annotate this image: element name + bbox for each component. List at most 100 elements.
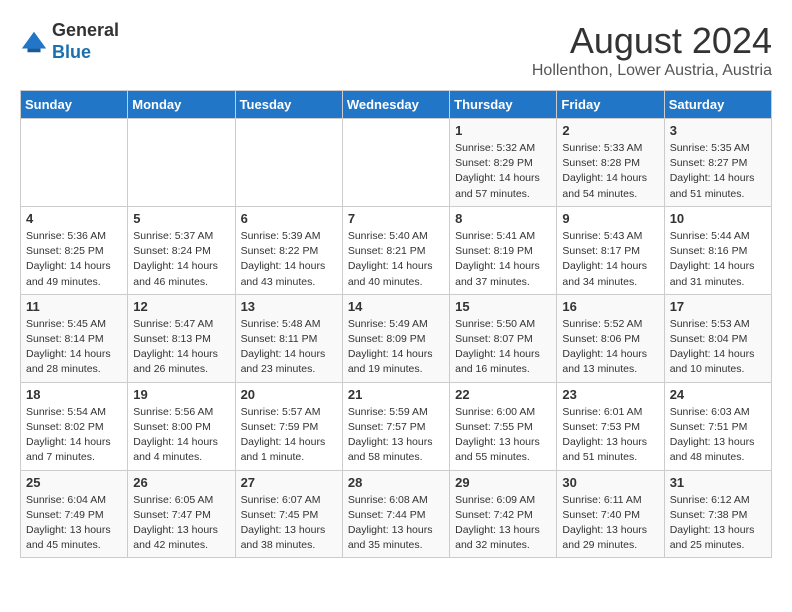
calendar-cell: 23Sunrise: 6:01 AMSunset: 7:53 PMDayligh… <box>557 382 664 470</box>
calendar-cell: 5Sunrise: 5:37 AMSunset: 8:24 PMDaylight… <box>128 206 235 294</box>
day-detail: Sunrise: 6:12 AMSunset: 7:38 PMDaylight:… <box>670 493 766 554</box>
day-number: 4 <box>26 211 122 226</box>
calendar-cell <box>342 119 449 207</box>
calendar-cell: 10 Sunrise: 5:44 AMSunset: 8:16 PMDayligh… <box>664 206 771 294</box>
day-detail: Sunrise: 6:09 AMSunset: 7:42 PMDaylight:… <box>455 493 551 554</box>
day-detail: Sunrise: 5:36 AMSunset: 8:25 PMDaylight:… <box>26 229 122 290</box>
day-number: 28 <box>348 475 444 490</box>
day-detail: Sunrise: 5:57 AMSunset: 7:59 PMDaylight:… <box>241 405 337 466</box>
day-number: 2 <box>562 123 658 138</box>
day-number: 18 <box>26 387 122 402</box>
day-detail: Sunrise: 5:47 AMSunset: 8:13 PMDaylight:… <box>133 317 229 378</box>
calendar-header: SundayMondayTuesdayWednesdayThursdayFrid… <box>21 91 772 119</box>
title-block: August 2024 Hollenthon, Lower Austria, A… <box>532 20 772 80</box>
calendar-cell: 22 Sunrise: 6:00 AMSunset: 7:55 PMDayligh… <box>450 382 557 470</box>
day-number: 13 <box>241 299 337 314</box>
day-detail: Sunrise: 5:32 AMSunset: 8:29 PMDaylight:… <box>455 141 551 202</box>
calendar-week-2: 4 Sunrise: 5:36 AMSunset: 8:25 PMDaylight… <box>21 206 772 294</box>
day-detail: Sunrise: 5:48 AMSunset: 8:11 PMDaylight:… <box>241 317 337 378</box>
day-detail: Sunrise: 5:33 AMSunset: 8:28 PMDaylight:… <box>562 141 658 202</box>
logo-blue: Blue <box>52 42 91 62</box>
day-number: 1 <box>455 123 551 138</box>
calendar-cell: 11 Sunrise: 5:45 AMSunset: 8:14 PMDayligh… <box>21 294 128 382</box>
day-number: 9 <box>562 211 658 226</box>
calendar-cell: 24Sunrise: 6:03 AMSunset: 7:51 PMDayligh… <box>664 382 771 470</box>
day-number: 21 <box>348 387 444 402</box>
calendar-cell: 12 Sunrise: 5:47 AMSunset: 8:13 PMDayligh… <box>128 294 235 382</box>
calendar-cell: 9 Sunrise: 5:43 AMSunset: 8:17 PMDaylight… <box>557 206 664 294</box>
day-detail: Sunrise: 5:43 AMSunset: 8:17 PMDaylight:… <box>562 229 658 290</box>
calendar-cell: 7Sunrise: 5:40 AMSunset: 8:21 PMDaylight… <box>342 206 449 294</box>
day-number: 22 <box>455 387 551 402</box>
day-number: 20 <box>241 387 337 402</box>
calendar-cell: 3Sunrise: 5:35 AMSunset: 8:27 PMDaylight… <box>664 119 771 207</box>
day-number: 16 <box>562 299 658 314</box>
day-number: 11 <box>26 299 122 314</box>
calendar-title: August 2024 <box>532 20 772 62</box>
day-detail: Sunrise: 6:00 AMSunset: 7:55 PMDaylight:… <box>455 405 551 466</box>
weekday-wednesday: Wednesday <box>342 91 449 119</box>
day-detail: Sunrise: 5:49 AMSunset: 8:09 PMDaylight:… <box>348 317 444 378</box>
day-number: 24 <box>670 387 766 402</box>
day-detail: Sunrise: 5:45 AMSunset: 8:14 PMDaylight:… <box>26 317 122 378</box>
calendar-cell: 4 Sunrise: 5:36 AMSunset: 8:25 PMDaylight… <box>21 206 128 294</box>
day-number: 26 <box>133 475 229 490</box>
day-detail: Sunrise: 5:56 AMSunset: 8:00 PMDaylight:… <box>133 405 229 466</box>
day-number: 15 <box>455 299 551 314</box>
day-number: 31 <box>670 475 766 490</box>
day-detail: Sunrise: 5:37 AMSunset: 8:24 PMDaylight:… <box>133 229 229 290</box>
day-detail: Sunrise: 6:08 AMSunset: 7:44 PMDaylight:… <box>348 493 444 554</box>
calendar-cell <box>235 119 342 207</box>
day-number: 6 <box>241 211 337 226</box>
weekday-monday: Monday <box>128 91 235 119</box>
weekday-sunday: Sunday <box>21 91 128 119</box>
calendar-cell: 30Sunrise: 6:11 AMSunset: 7:40 PMDayligh… <box>557 470 664 558</box>
day-number: 25 <box>26 475 122 490</box>
calendar-cell: 1 Sunrise: 5:32 AMSunset: 8:29 PMDaylight… <box>450 119 557 207</box>
calendar-cell: 29 Sunrise: 6:09 AMSunset: 7:42 PMDayligh… <box>450 470 557 558</box>
calendar-cell: 16 Sunrise: 5:52 AMSunset: 8:06 PMDayligh… <box>557 294 664 382</box>
day-detail: Sunrise: 5:53 AMSunset: 8:04 PMDaylight:… <box>670 317 766 378</box>
day-detail: Sunrise: 6:04 AMSunset: 7:49 PMDaylight:… <box>26 493 122 554</box>
weekday-friday: Friday <box>557 91 664 119</box>
calendar-cell: 19 Sunrise: 5:56 AMSunset: 8:00 PMDayligh… <box>128 382 235 470</box>
weekday-saturday: Saturday <box>664 91 771 119</box>
calendar-cell: 28 Sunrise: 6:08 AMSunset: 7:44 PMDayligh… <box>342 470 449 558</box>
day-detail: Sunrise: 5:59 AMSunset: 7:57 PMDaylight:… <box>348 405 444 466</box>
weekday-thursday: Thursday <box>450 91 557 119</box>
calendar-subtitle: Hollenthon, Lower Austria, Austria <box>532 62 772 80</box>
day-detail: Sunrise: 5:40 AMSunset: 8:21 PMDaylight:… <box>348 229 444 290</box>
weekday-header-row: SundayMondayTuesdayWednesdayThursdayFrid… <box>21 91 772 119</box>
calendar-cell <box>21 119 128 207</box>
day-number: 29 <box>455 475 551 490</box>
day-number: 27 <box>241 475 337 490</box>
day-detail: Sunrise: 5:52 AMSunset: 8:06 PMDaylight:… <box>562 317 658 378</box>
logo-general: General <box>52 20 119 40</box>
day-number: 19 <box>133 387 229 402</box>
calendar-cell: 15 Sunrise: 5:50 AMSunset: 8:07 PMDayligh… <box>450 294 557 382</box>
day-number: 14 <box>348 299 444 314</box>
calendar-week-3: 11 Sunrise: 5:45 AMSunset: 8:14 PMDayligh… <box>21 294 772 382</box>
calendar-cell: 14 Sunrise: 5:49 AMSunset: 8:09 PMDayligh… <box>342 294 449 382</box>
day-number: 30 <box>562 475 658 490</box>
calendar-cell: 6 Sunrise: 5:39 AMSunset: 8:22 PMDaylight… <box>235 206 342 294</box>
day-number: 12 <box>133 299 229 314</box>
calendar-cell: 31 Sunrise: 6:12 AMSunset: 7:38 PMDayligh… <box>664 470 771 558</box>
day-detail: Sunrise: 5:39 AMSunset: 8:22 PMDaylight:… <box>241 229 337 290</box>
day-number: 17 <box>670 299 766 314</box>
day-detail: Sunrise: 5:50 AMSunset: 8:07 PMDaylight:… <box>455 317 551 378</box>
calendar-table: SundayMondayTuesdayWednesdayThursdayFrid… <box>20 90 772 558</box>
calendar-cell: 20 Sunrise: 5:57 AMSunset: 7:59 PMDayligh… <box>235 382 342 470</box>
day-detail: Sunrise: 6:05 AMSunset: 7:47 PMDaylight:… <box>133 493 229 554</box>
calendar-cell: 26 Sunrise: 6:05 AMSunset: 7:47 PMDayligh… <box>128 470 235 558</box>
logo-icon <box>20 28 48 56</box>
day-number: 23 <box>562 387 658 402</box>
calendar-body: 1 Sunrise: 5:32 AMSunset: 8:29 PMDaylight… <box>21 119 772 558</box>
calendar-cell: 13 Sunrise: 5:48 AMSunset: 8:11 PMDayligh… <box>235 294 342 382</box>
calendar-week-5: 25 Sunrise: 6:04 AMSunset: 7:49 PMDayligh… <box>21 470 772 558</box>
day-detail: Sunrise: 5:44 AMSunset: 8:16 PMDaylight:… <box>670 229 766 290</box>
calendar-cell: 2 Sunrise: 5:33 AMSunset: 8:28 PMDaylight… <box>557 119 664 207</box>
calendar-cell: 21 Sunrise: 5:59 AMSunset: 7:57 PMDayligh… <box>342 382 449 470</box>
calendar-week-4: 18Sunrise: 5:54 AMSunset: 8:02 PMDayligh… <box>21 382 772 470</box>
day-number: 10 <box>670 211 766 226</box>
